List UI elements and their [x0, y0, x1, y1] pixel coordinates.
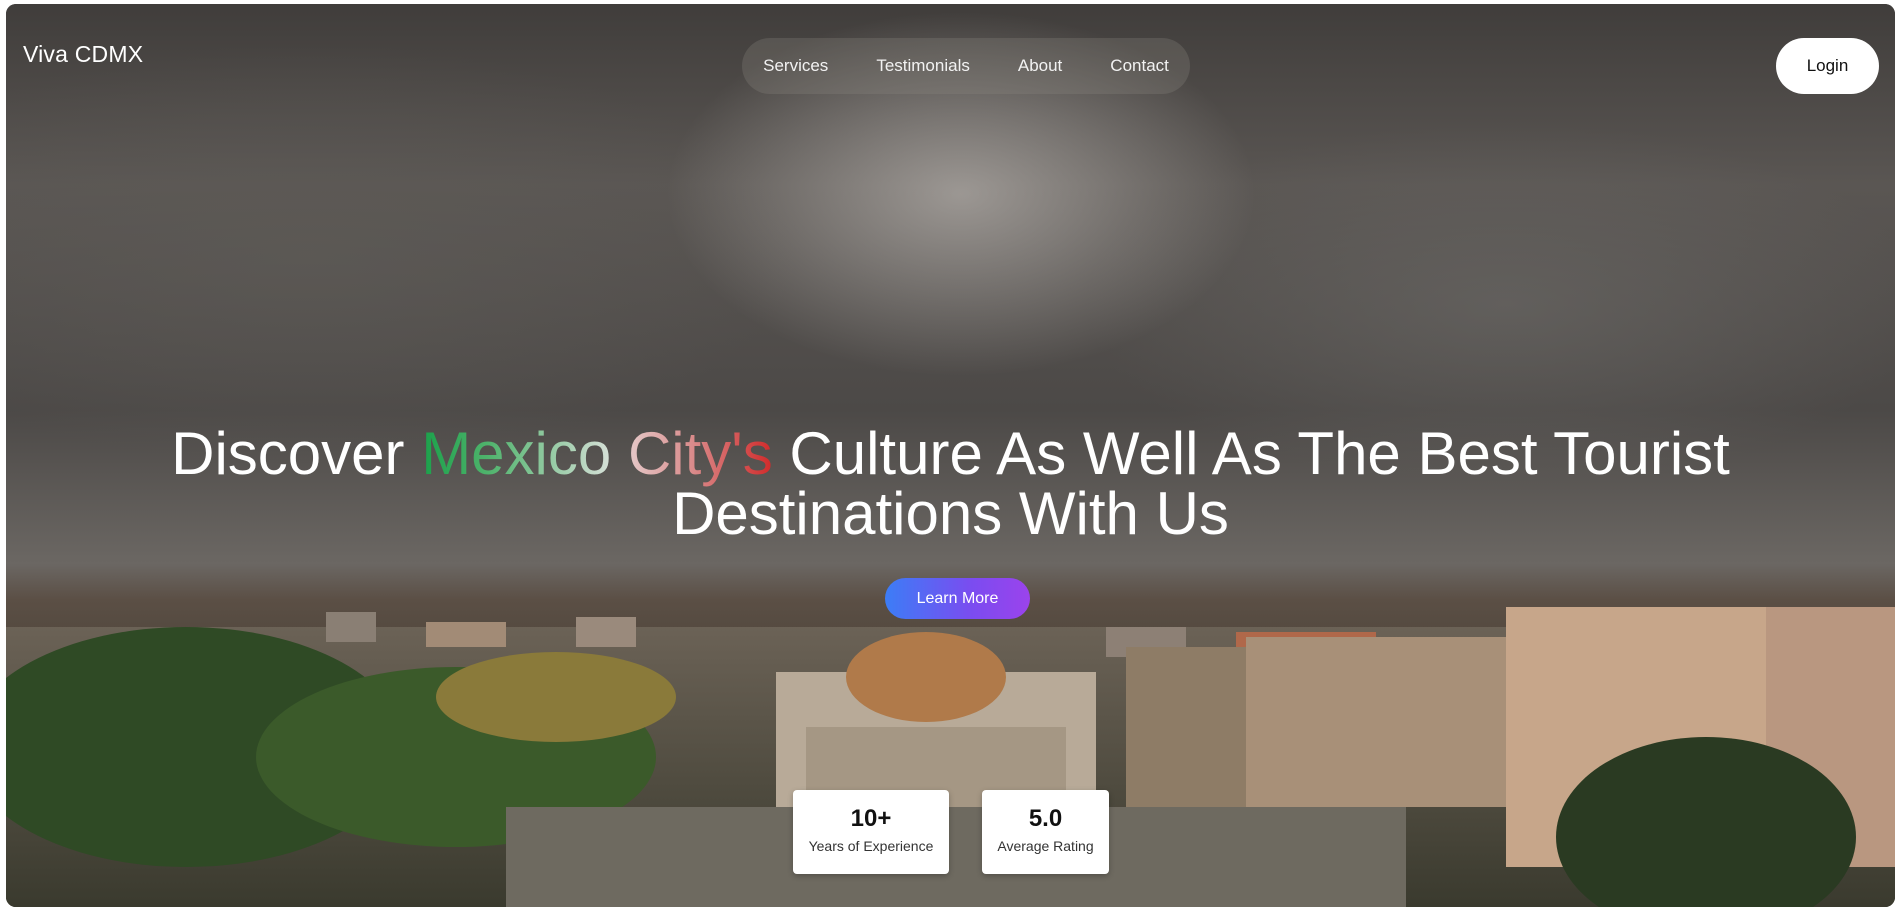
stat-value: 5.0: [1028, 805, 1063, 832]
headline-highlight-mexico: Mexico: [421, 420, 612, 487]
nav-item-services[interactable]: Services: [739, 56, 852, 76]
headline-text-start: Discover: [171, 420, 422, 487]
main-nav: Services Testimonials About Contact: [742, 38, 1190, 94]
hero-section: Viva CDMX Services Testimonials About Co…: [6, 4, 1895, 907]
headline-highlight-citys: City's: [627, 420, 773, 487]
login-button[interactable]: Login: [1776, 38, 1879, 94]
stat-label: Years of Experience: [808, 838, 934, 854]
learn-more-button[interactable]: Learn More: [885, 578, 1030, 619]
stat-label: Average Rating: [997, 838, 1094, 854]
brand-logo[interactable]: Viva CDMX: [23, 41, 143, 68]
headline-text-end: Culture As Well As The Best Tourist: [772, 420, 1730, 487]
stat-card-rating: 5.0 Average Rating: [982, 790, 1109, 874]
nav-item-testimonials[interactable]: Testimonials: [852, 56, 994, 76]
nav-item-about[interactable]: About: [994, 56, 1086, 76]
stat-card-experience: 10+ Years of Experience: [793, 790, 949, 874]
stat-value: 10+: [850, 805, 892, 832]
nav-item-contact[interactable]: Contact: [1086, 56, 1193, 76]
hero-headline: Discover Mexico City's Culture As Well A…: [6, 424, 1895, 544]
headline-line-2: Destinations With Us: [672, 480, 1229, 547]
headline-space: [611, 420, 628, 487]
city-skyline-image: [6, 607, 1895, 907]
